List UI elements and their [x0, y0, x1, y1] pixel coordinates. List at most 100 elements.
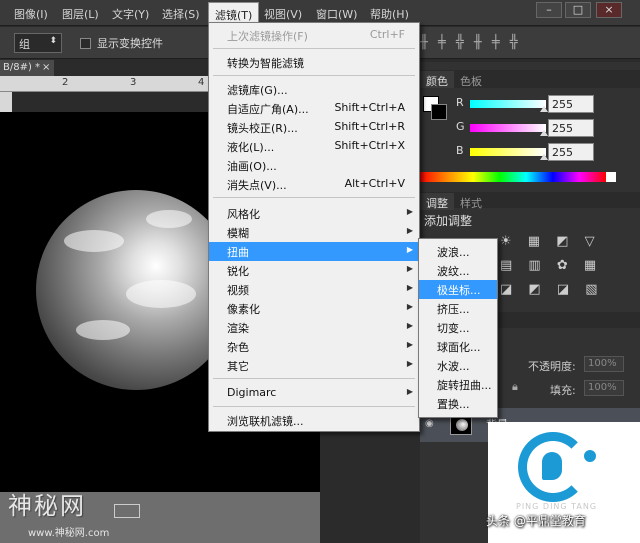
menu-separator	[213, 197, 415, 198]
slider-thumb-icon[interactable]	[540, 154, 548, 160]
tab-styles[interactable]: 样式	[454, 193, 488, 210]
submenu-item-ripple[interactable]: 波纹...	[419, 261, 497, 280]
color-spectrum[interactable]	[420, 172, 606, 182]
ruler-tick: 3	[130, 77, 137, 88]
menu-item-label: 锐化	[227, 265, 249, 278]
menu-separator	[213, 406, 415, 407]
dropdown-arrow-icon: ⬍	[49, 36, 57, 46]
channel-b-value[interactable]: 255	[548, 143, 594, 161]
background-color-swatch[interactable]	[431, 104, 447, 120]
menu-select[interactable]: 选择(S)	[162, 6, 200, 22]
opacity-field[interactable]: 100%	[584, 356, 624, 372]
menu-item-blur[interactable]: 模糊 ▶	[209, 223, 419, 242]
document-tab[interactable]: B/8#) * ×	[0, 60, 54, 76]
submenu-item-polar-coordinates[interactable]: 极坐标...	[419, 280, 497, 299]
menu-item-adaptive-wide-angle[interactable]: 自适应广角(A)... Shift+Ctrl+A	[209, 99, 419, 118]
menu-layer[interactable]: 图层(L)	[62, 6, 99, 22]
adjustment-icons-row-3[interactable]: ◪ ◩ ◪ ▧	[500, 282, 640, 297]
tab-adjustments[interactable]: 调整	[420, 193, 454, 210]
menu-item-render[interactable]: 渲染 ▶	[209, 318, 419, 337]
channel-r-value[interactable]: 255	[548, 95, 594, 113]
color-spectrum-white[interactable]	[606, 172, 616, 182]
menu-item-digimarc[interactable]: Digimarc ▶	[209, 384, 419, 403]
filter-menu: 上次滤镜操作(F) Ctrl+F 转换为智能滤镜 滤镜库(G)... 自适应广角…	[208, 22, 420, 432]
auto-select-dropdown[interactable]: 组 ⬍	[14, 33, 62, 53]
menu-help[interactable]: 帮助(H)	[370, 6, 409, 22]
menu-item-label: 扭曲	[227, 246, 249, 259]
logo-core-icon	[542, 452, 562, 480]
menu-item-last-filter: 上次滤镜操作(F) Ctrl+F	[209, 26, 419, 45]
menu-item-stylize[interactable]: 风格化 ▶	[209, 204, 419, 223]
tab-close-icon[interactable]: ×	[42, 62, 50, 73]
menu-item-browse-online-filters[interactable]: 浏览联机滤镜...	[209, 411, 419, 430]
menu-item-vanishing-point[interactable]: 消失点(V)... Alt+Ctrl+V	[209, 175, 419, 194]
lock-icon[interactable]: 🔒︎	[512, 380, 518, 394]
menu-item-shortcut: Alt+Ctrl+V	[344, 177, 405, 190]
menu-item-liquify[interactable]: 液化(L)... Shift+Ctrl+X	[209, 137, 419, 156]
menu-filter[interactable]: 滤镜(T)	[208, 2, 260, 24]
show-transform-checkbox[interactable]	[80, 38, 91, 49]
menu-image[interactable]: 图像(I)	[14, 6, 48, 22]
adjustment-icons-row-1[interactable]: ☀ ▦ ◩ ▽	[500, 234, 640, 249]
submenu-arrow-icon: ▶	[406, 302, 413, 311]
menu-item-other[interactable]: 其它 ▶	[209, 356, 419, 375]
submenu-item-zigzag[interactable]: 水波...	[419, 356, 497, 375]
menu-window[interactable]: 窗口(W)	[316, 6, 357, 22]
watermark-box	[114, 504, 140, 518]
menu-item-sharpen[interactable]: 锐化 ▶	[209, 261, 419, 280]
menu-item-label: 液化(L)...	[227, 141, 275, 154]
watermark-url: www.神秘网.com	[28, 528, 110, 539]
earth-image	[36, 190, 236, 390]
menu-item-lens-correction[interactable]: 镜头校正(R)... Shift+Ctrl+R	[209, 118, 419, 137]
fill-field[interactable]: 100%	[584, 380, 624, 396]
submenu-item-label: 置换...	[437, 398, 470, 411]
menu-item-label: 油画(O)...	[227, 160, 277, 173]
submenu-item-pinch[interactable]: 挤压...	[419, 299, 497, 318]
submenu-arrow-icon: ▶	[406, 321, 413, 330]
menu-type[interactable]: 文字(Y)	[112, 6, 149, 22]
submenu-arrow-icon: ▶	[406, 283, 413, 292]
logo-subtext: PING DING TANG	[516, 502, 598, 511]
menu-item-distort[interactable]: 扭曲 ▶	[209, 242, 419, 261]
submenu-item-shear[interactable]: 切变...	[419, 318, 497, 337]
channel-g-value[interactable]: 255	[548, 119, 594, 137]
submenu-arrow-icon: ▶	[406, 245, 413, 254]
menu-item-convert-smart-filter[interactable]: 转换为智能滤镜	[209, 53, 419, 72]
menu-item-label: 渲染	[227, 322, 249, 335]
channel-g-slider[interactable]	[470, 124, 546, 132]
menu-item-filter-gallery[interactable]: 滤镜库(G)...	[209, 80, 419, 99]
menu-item-label: 浏览联机滤镜...	[227, 415, 304, 428]
ruler-tick: 4	[198, 77, 205, 88]
submenu-item-label: 切变...	[437, 322, 470, 335]
minimize-button[interactable]: –	[536, 2, 562, 18]
slider-thumb-icon[interactable]	[540, 106, 548, 112]
slider-thumb-icon[interactable]	[540, 130, 548, 136]
menu-item-noise[interactable]: 杂色 ▶	[209, 337, 419, 356]
close-button[interactable]: ×	[596, 2, 622, 18]
watermark-site: 神秘网	[8, 492, 86, 520]
menu-item-video[interactable]: 视频 ▶	[209, 280, 419, 299]
channel-g-label: G	[456, 120, 465, 133]
submenu-item-twirl[interactable]: 旋转扭曲...	[419, 375, 497, 394]
auto-select-value: 组	[19, 38, 30, 51]
align-icons[interactable]: ╫ ╪ ╬ ╫ ╪ ╬	[420, 35, 521, 50]
tab-swatches[interactable]: 色板	[454, 71, 488, 88]
visibility-eye-icon[interactable]: ◉	[425, 418, 434, 429]
menu-item-shortcut: Shift+Ctrl+R	[334, 120, 405, 133]
submenu-arrow-icon: ▶	[406, 207, 413, 216]
channel-b-slider[interactable]	[470, 148, 546, 156]
menu-item-label: 镜头校正(R)...	[227, 122, 298, 135]
tab-color[interactable]: 颜色	[420, 71, 454, 88]
menu-view[interactable]: 视图(V)	[264, 6, 302, 22]
menu-item-pixelate[interactable]: 像素化 ▶	[209, 299, 419, 318]
adjustment-icons-row-2[interactable]: ▤ ▥ ✿ ▦	[500, 258, 640, 273]
submenu-item-displace[interactable]: 置换...	[419, 394, 497, 413]
color-panel-tabs: 颜色 色板	[420, 70, 640, 88]
submenu-item-spherize[interactable]: 球面化...	[419, 337, 497, 356]
submenu-item-wave[interactable]: 波浪...	[419, 242, 497, 261]
channel-r-slider[interactable]	[470, 100, 546, 108]
menu-item-oil-paint[interactable]: 油画(O)...	[209, 156, 419, 175]
menu-item-label: 模糊	[227, 227, 249, 240]
restore-button[interactable]: □	[565, 2, 591, 18]
caption-watermark: 头条 @平鼎堂教育	[486, 514, 586, 528]
